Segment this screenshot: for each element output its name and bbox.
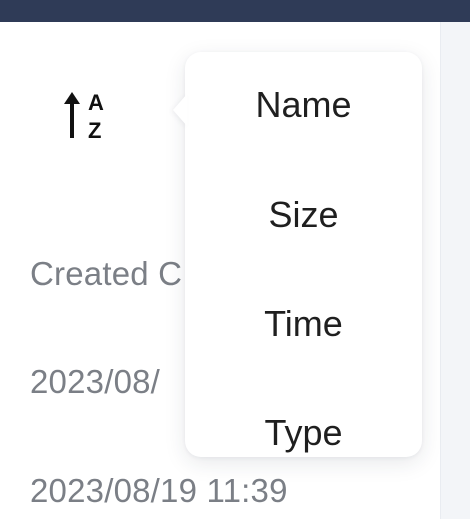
sort-option-label: Name bbox=[255, 84, 352, 125]
list-item-time: 2023/08/19 11:39 bbox=[30, 472, 288, 509]
app-frame: A Z Created C 2023/08/ 2023/08/19 11:39 … bbox=[0, 0, 470, 519]
sort-ascending-az-icon: A Z bbox=[64, 90, 104, 143]
sort-option-time[interactable]: Time bbox=[185, 289, 422, 359]
sort-option-label: Time bbox=[264, 303, 343, 344]
sort-icon-letter-z: Z bbox=[88, 118, 101, 143]
sort-menu-popover: Name Size Time Type bbox=[173, 52, 422, 457]
sort-button[interactable]: A Z bbox=[60, 80, 120, 144]
list-item-time: 2023/08/ bbox=[30, 363, 161, 400]
top-bar bbox=[0, 0, 470, 22]
sort-option-type[interactable]: Type bbox=[185, 398, 422, 468]
sort-option-label: Size bbox=[268, 194, 339, 235]
sort-option-size[interactable]: Size bbox=[185, 180, 422, 250]
side-strip bbox=[440, 22, 470, 519]
sort-icon-letter-a: A bbox=[88, 90, 104, 115]
sort-option-label: Type bbox=[264, 412, 343, 453]
sort-option-name[interactable]: Name bbox=[185, 70, 422, 140]
created-column-label: Created C bbox=[30, 255, 183, 292]
